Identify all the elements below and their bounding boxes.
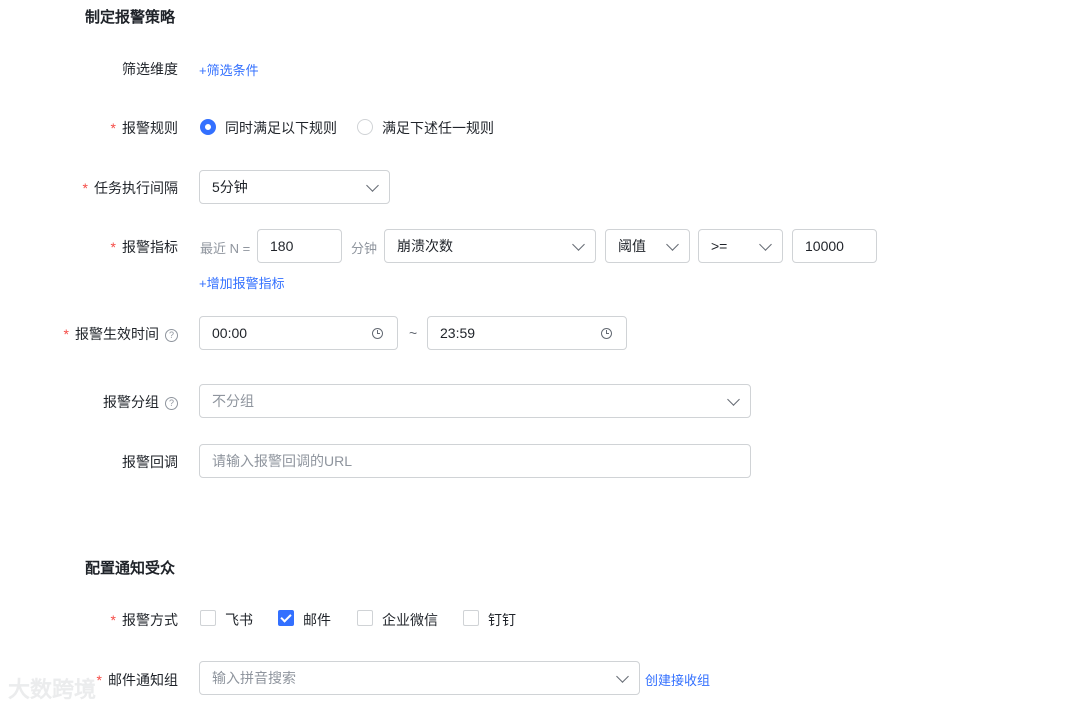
chevron-down-icon bbox=[666, 238, 679, 251]
interval-label: * 任务执行间隔 bbox=[82, 180, 178, 196]
operator-value: >= bbox=[711, 238, 728, 254]
chevron-down-icon bbox=[727, 393, 740, 406]
threshold-select[interactable]: 阈值 bbox=[605, 229, 690, 263]
email-group-select[interactable]: 输入拼音搜索 bbox=[199, 661, 640, 695]
rule-radio-any[interactable] bbox=[357, 119, 373, 135]
threshold-amount-input[interactable]: 10000 bbox=[792, 229, 877, 263]
email-group-placeholder: 输入拼音搜索 bbox=[212, 670, 296, 686]
metric-label: * 报警指标 bbox=[110, 239, 178, 255]
help-icon[interactable]: ? bbox=[165, 397, 178, 410]
method-email-label[interactable]: 邮件 bbox=[303, 610, 331, 630]
method-wecom-label[interactable]: 企业微信 bbox=[382, 610, 438, 630]
metric-select[interactable]: 崩溃次数 bbox=[384, 229, 596, 263]
method-checkbox-email[interactable] bbox=[278, 610, 294, 626]
filter-label: 筛选维度 bbox=[122, 61, 178, 77]
callback-url-input[interactable]: 请输入报警回调的URL bbox=[199, 444, 751, 478]
method-label: * 报警方式 bbox=[110, 612, 178, 628]
create-receive-group-link[interactable]: 创建接收组 bbox=[645, 670, 710, 689]
policy-section-title: 制定报警策略 bbox=[85, 9, 176, 26]
threshold-value: 阈值 bbox=[618, 238, 646, 254]
group-select[interactable]: 不分组 bbox=[199, 384, 751, 418]
start-time-picker[interactable]: 00:00 bbox=[199, 316, 398, 350]
method-dingtalk-label[interactable]: 钉钉 bbox=[488, 610, 516, 630]
rule-label: * 报警规则 bbox=[110, 120, 178, 136]
chevron-down-icon bbox=[616, 670, 629, 683]
effective-time-label: * 报警生效时间? bbox=[64, 324, 178, 344]
add-filter-link[interactable]: +筛选条件 bbox=[199, 60, 259, 79]
rule-option-any-label[interactable]: 满足下述任一规则 bbox=[382, 118, 494, 138]
notify-section-title: 配置通知受众 bbox=[85, 560, 176, 577]
end-time-picker[interactable]: 23:59 bbox=[427, 316, 627, 350]
time-range-separator: ~ bbox=[409, 325, 418, 341]
method-feishu-label[interactable]: 飞书 bbox=[225, 610, 253, 630]
chevron-down-icon bbox=[572, 238, 585, 251]
metric-prefix: 最近 N = bbox=[200, 241, 251, 256]
help-icon[interactable]: ? bbox=[165, 329, 178, 342]
rule-radio-all[interactable] bbox=[200, 119, 216, 135]
method-checkbox-dingtalk[interactable] bbox=[463, 610, 479, 626]
add-metric-link[interactable]: +增加报警指标 bbox=[199, 273, 285, 292]
metric-n-input[interactable]: 180 bbox=[257, 229, 342, 263]
metric-unit: 分钟 bbox=[351, 241, 378, 256]
metric-value: 崩溃次数 bbox=[397, 238, 453, 254]
callback-label: 报警回调 bbox=[122, 454, 178, 470]
chevron-down-icon bbox=[759, 238, 772, 251]
chevron-down-icon bbox=[366, 179, 379, 192]
group-placeholder: 不分组 bbox=[212, 393, 254, 409]
interval-value: 5分钟 bbox=[212, 179, 248, 195]
method-checkbox-feishu[interactable] bbox=[200, 610, 216, 626]
email-group-label: * 邮件通知组 bbox=[96, 672, 178, 688]
interval-select[interactable]: 5分钟 bbox=[199, 170, 390, 204]
clock-icon bbox=[372, 328, 383, 339]
rule-option-all-label[interactable]: 同时满足以下规则 bbox=[225, 118, 337, 138]
method-checkbox-wecom[interactable] bbox=[357, 610, 373, 626]
group-label: 报警分组? bbox=[103, 392, 178, 412]
operator-select[interactable]: >= bbox=[698, 229, 783, 263]
clock-icon bbox=[601, 328, 612, 339]
watermark-logo: 大数跨境 bbox=[8, 677, 97, 702]
